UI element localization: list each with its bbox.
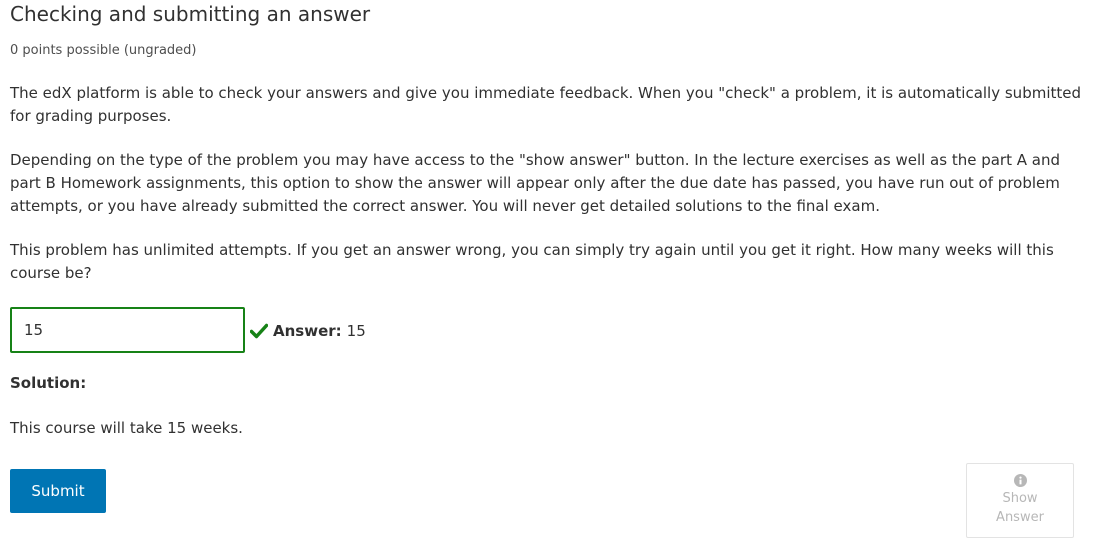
submit-button[interactable]: Submit	[10, 469, 106, 513]
answer-status: Answer: 15	[250, 320, 366, 342]
problem-question: This problem has unlimited attempts. If …	[10, 241, 1054, 282]
solution-label: Solution:	[10, 374, 87, 392]
show-answer-label: Show Answer	[996, 491, 1044, 525]
problem-description-2: Depending on the type of the problem you…	[10, 151, 1060, 215]
problem-title: Checking and submitting an answer	[10, 2, 371, 26]
info-icon	[1013, 474, 1027, 487]
problem-description-1: The edX platform is able to check your a…	[10, 84, 1082, 125]
answer-value: 15	[346, 322, 366, 340]
answer-label: Answer:	[273, 322, 342, 340]
checkmark-icon	[250, 323, 268, 339]
solution-text: This course will take 15 weeks.	[10, 419, 243, 437]
show-answer-button[interactable]: Show Answer	[966, 463, 1074, 538]
answer-input[interactable]	[10, 307, 245, 353]
points-possible: 0 points possible (ungraded)	[10, 43, 197, 58]
